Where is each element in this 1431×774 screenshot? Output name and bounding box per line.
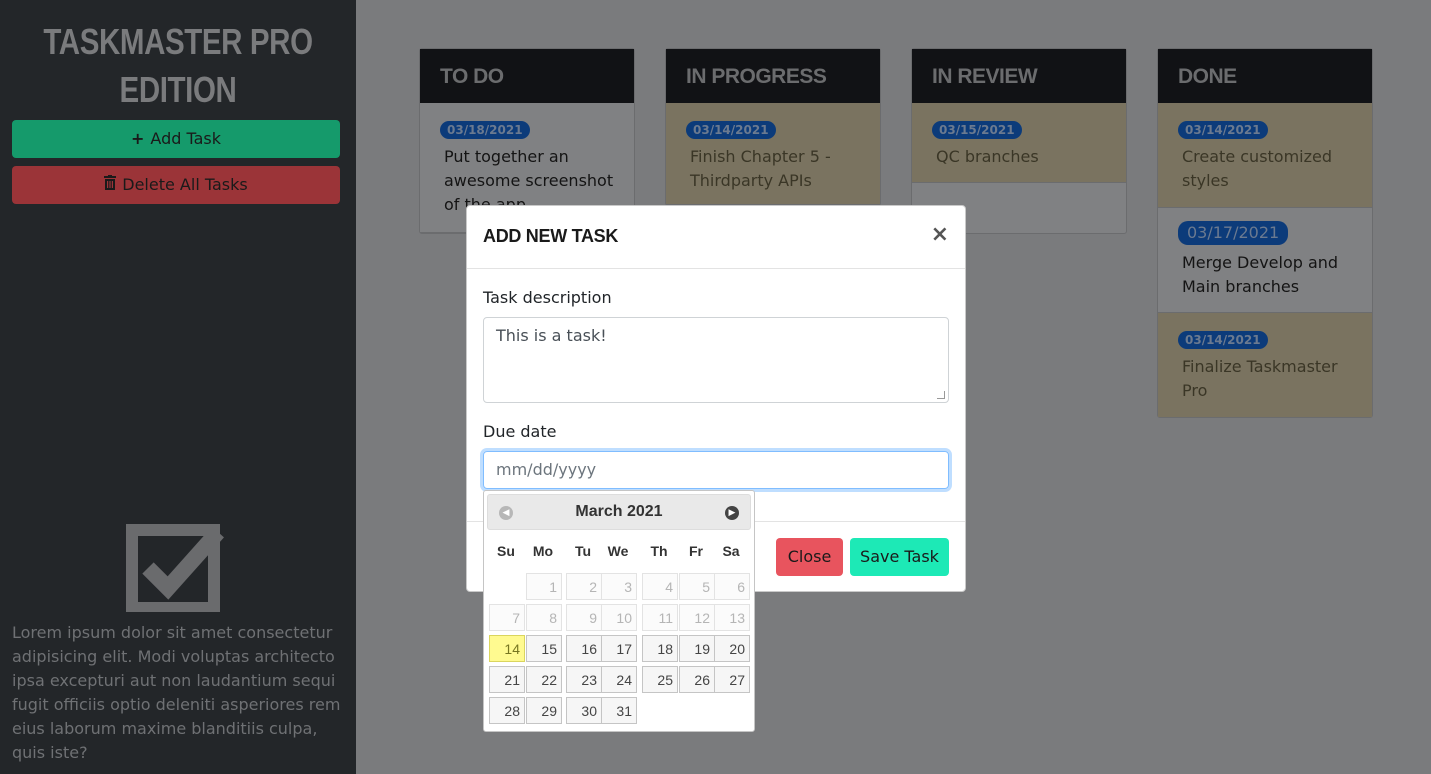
task-card[interactable]: 03/17/2021 Merge Develop and Main branch… — [1158, 208, 1372, 313]
calendar-day: 11 — [642, 604, 678, 631]
modal-title: Add New Task — [483, 226, 619, 246]
calendar-day[interactable]: 30 — [566, 697, 602, 724]
task-text: Merge Develop and Main branches — [1182, 253, 1339, 296]
calendar-day[interactable]: 21 — [489, 666, 525, 693]
calendar-day[interactable]: 23 — [566, 666, 602, 693]
weekday-header: Tu — [574, 543, 592, 559]
calendar-day: 1 — [526, 573, 562, 600]
next-month-icon[interactable]: ▶ — [725, 506, 739, 520]
calendar-day[interactable]: 17 — [601, 635, 637, 662]
column-done: Done 03/14/2021 Create customized styles… — [1157, 48, 1373, 418]
resize-grip-icon[interactable] — [937, 391, 945, 399]
weekday-header: Fr — [689, 543, 703, 559]
task-description-value: This is a task! — [496, 326, 607, 345]
task-card[interactable]: 03/15/2021 QC branches — [912, 103, 1126, 183]
task-text: QC branches — [936, 147, 1039, 166]
calendar-day[interactable]: 19 — [679, 635, 715, 662]
due-date-badge: 03/14/2021 — [1178, 121, 1268, 139]
calendar-day: 2 — [566, 573, 602, 600]
calendar-day: 3 — [601, 573, 637, 600]
weekday-header: Mo — [532, 543, 554, 559]
modal-header: Add New Task × — [467, 206, 965, 269]
calendar-day[interactable]: 14 — [489, 635, 525, 662]
calendar-day[interactable]: 27 — [714, 666, 750, 693]
column-title: To Do — [420, 49, 634, 103]
app-title: Taskmaster Pro Edition — [43, 21, 313, 110]
plus-icon: + — [131, 129, 145, 148]
delete-all-label: Delete All Tasks — [122, 175, 248, 194]
column-in-progress: In Progress 03/14/2021 Finish Chapter 5 … — [665, 48, 881, 206]
weekday-header: Su — [497, 543, 515, 559]
save-task-button[interactable]: Save Task — [850, 538, 949, 576]
due-date-badge: 03/18/2021 — [440, 121, 530, 139]
task-description-label: Task description — [483, 288, 612, 307]
column-title: In Progress — [666, 49, 880, 103]
datepicker-header: ◀ March 2021 ▶ — [487, 494, 751, 530]
close-button[interactable]: Close — [776, 538, 843, 576]
calendar-day[interactable]: 18 — [642, 635, 678, 662]
calendar-day[interactable]: 25 — [642, 666, 678, 693]
calendar-day[interactable]: 26 — [679, 666, 715, 693]
calendar-day: 10 — [601, 604, 637, 631]
calendar-day: 6 — [714, 573, 750, 600]
task-text: Create customized styles — [1182, 147, 1333, 190]
calendar-day: 12 — [679, 604, 715, 631]
due-date-badge: 03/14/2021 — [686, 121, 776, 139]
calendar-day[interactable]: 20 — [714, 635, 750, 662]
sidebar-description: Lorem ipsum dolor sit amet consectetur a… — [12, 623, 341, 762]
task-card[interactable]: 03/14/2021 Finalize Taskmaster Pro — [1158, 313, 1372, 417]
weekday-header: We — [607, 543, 629, 559]
calendar-day[interactable]: 31 — [601, 697, 637, 724]
calendar-day: 4 — [642, 573, 678, 600]
due-date-badge: 03/14/2021 — [1178, 331, 1268, 349]
calendar-day[interactable]: 22 — [526, 666, 562, 693]
task-card[interactable]: 03/14/2021 Create customized styles — [1158, 103, 1372, 208]
add-task-label: Add Task — [150, 129, 221, 148]
task-description-textarea[interactable]: This is a task! — [483, 317, 949, 403]
calendar-day[interactable]: 28 — [489, 697, 525, 724]
calendar-day: 13 — [714, 604, 750, 631]
calendar-day[interactable]: 24 — [601, 666, 637, 693]
due-date-input[interactable]: mm/dd/yyyy — [483, 451, 949, 489]
delete-all-tasks-button[interactable]: Delete All Tasks — [12, 166, 340, 204]
weekday-header: Sa — [722, 543, 740, 559]
close-icon[interactable]: × — [931, 222, 949, 247]
calendar-day[interactable]: 29 — [526, 697, 562, 724]
task-card[interactable]: 03/14/2021 Finish Chapter 5 - Thirdparty… — [666, 103, 880, 205]
column-title: Done — [1158, 49, 1372, 103]
checkbox-check-icon — [126, 524, 224, 612]
trash-icon — [104, 166, 117, 204]
add-task-button[interactable]: + Add Task — [12, 120, 340, 158]
calendar-day: 9 — [566, 604, 602, 631]
due-date-badge: 03/15/2021 — [932, 121, 1022, 139]
datepicker: ◀ March 2021 ▶ Su Mo Tu We Th Fr Sa 1 2 3 4 5 6 7 8 9 10… — [483, 490, 755, 732]
task-text: Finish Chapter 5 - Thirdparty APIs — [690, 147, 831, 190]
due-date-label: Due date — [483, 422, 557, 441]
column-title: In Review — [912, 49, 1126, 103]
calendar-day: 8 — [526, 604, 562, 631]
datepicker-month: March 2021 — [575, 503, 663, 520]
calendar-day[interactable]: 16 — [566, 635, 602, 662]
calendar-day: 5 — [679, 573, 715, 600]
calendar-day[interactable]: 15 — [526, 635, 562, 662]
due-date-badge: 03/17/2021 — [1178, 221, 1289, 245]
calendar-day: 7 — [489, 604, 525, 631]
sidebar: Taskmaster Pro Edition + Add Task Delete … — [0, 0, 356, 774]
task-text: Finalize Taskmaster Pro — [1182, 357, 1338, 400]
weekday-header: Th — [650, 543, 668, 559]
